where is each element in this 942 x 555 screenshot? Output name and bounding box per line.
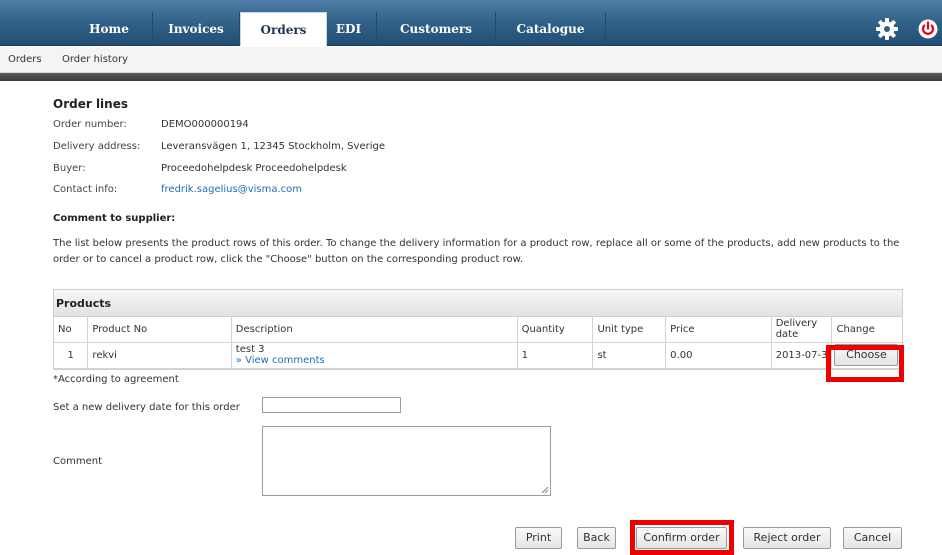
back-button[interactable]: Back xyxy=(577,527,616,549)
gear-icon[interactable] xyxy=(876,18,898,40)
column-header: Description xyxy=(231,317,518,343)
tab-orders[interactable]: Orders xyxy=(240,12,327,46)
order-number-label: Order number: xyxy=(53,119,127,130)
products-table: No Product No Description Quantity Unit … xyxy=(54,317,904,369)
table-header-row: No Product No Description Quantity Unit … xyxy=(54,317,904,343)
column-header: Unit type xyxy=(592,317,667,343)
delivery-address-label: Delivery address: xyxy=(53,141,141,152)
new-delivery-date-label: Set a new delivery date for this order xyxy=(53,402,240,413)
row-quantity: 1 xyxy=(517,342,594,369)
row-description: test 3 xyxy=(235,344,265,355)
comment-label: Comment xyxy=(53,456,102,467)
column-header: Price xyxy=(665,317,772,343)
agreement-footnote: *According to agreement xyxy=(53,374,179,385)
buyer-label: Buyer: xyxy=(53,163,86,174)
column-header: Change xyxy=(831,317,904,343)
divider-bar xyxy=(0,73,942,81)
confirm-highlight-box xyxy=(630,520,734,555)
products-title: Products xyxy=(54,290,902,317)
print-button[interactable]: Print xyxy=(515,527,562,549)
row-description-cell: test 3 » View comments xyxy=(231,342,518,369)
row-delivery-date: 2013-07-3 xyxy=(771,342,833,369)
tab-home[interactable]: Home xyxy=(66,12,153,46)
contact-email-link[interactable]: fredrik.sagelius@visma.com xyxy=(161,184,302,195)
choose-highlight-box xyxy=(826,345,904,382)
power-icon[interactable] xyxy=(918,19,938,39)
comment-textarea[interactable] xyxy=(262,426,551,496)
subnav-orders[interactable]: Orders xyxy=(8,54,42,65)
contact-info-label: Contact info: xyxy=(53,184,118,195)
page-title: Order lines xyxy=(53,97,128,111)
top-navigation: Home Invoices Orders EDI Customers Catal… xyxy=(0,0,942,46)
instructions-text: The list below presents the product rows… xyxy=(53,238,900,265)
column-header: Delivery date xyxy=(771,317,833,343)
table-row: 1 rekvi test 3 » View comments 1 st 0.00… xyxy=(54,342,904,369)
tab-customers[interactable]: Customers xyxy=(377,12,496,46)
reject-order-button[interactable]: Reject order xyxy=(743,527,831,549)
order-number-value: DEMO000000194 xyxy=(161,119,249,130)
row-product-no: rekvi xyxy=(87,342,232,369)
subnav-order-history[interactable]: Order history xyxy=(62,54,128,65)
tab-edi[interactable]: EDI xyxy=(321,12,377,46)
row-number: 1 xyxy=(54,342,89,369)
tab-invoices[interactable]: Invoices xyxy=(153,12,240,46)
sub-navigation: Orders Order history xyxy=(0,47,942,73)
delivery-address-value: Leveransvägen 1, 12345 Stockholm, Sverig… xyxy=(161,141,385,152)
row-price: 0.00 xyxy=(665,342,772,369)
buyer-value: Proceedohelpdesk Proceedohelpdesk xyxy=(161,163,347,174)
column-header: Quantity xyxy=(517,317,594,343)
resize-grip-icon[interactable] xyxy=(541,486,549,494)
column-header: No xyxy=(54,317,89,343)
comment-to-supplier-label: Comment to supplier: xyxy=(53,213,176,224)
cancel-button[interactable]: Cancel xyxy=(843,527,902,549)
new-delivery-date-input[interactable] xyxy=(262,397,401,413)
row-unit-type: st xyxy=(592,342,667,369)
tab-catalogue[interactable]: Catalogue xyxy=(496,12,606,46)
column-header: Product No xyxy=(87,317,232,343)
products-panel: Products No Product No Description Quant… xyxy=(53,289,904,370)
view-comments-link[interactable]: » View comments xyxy=(236,355,513,366)
